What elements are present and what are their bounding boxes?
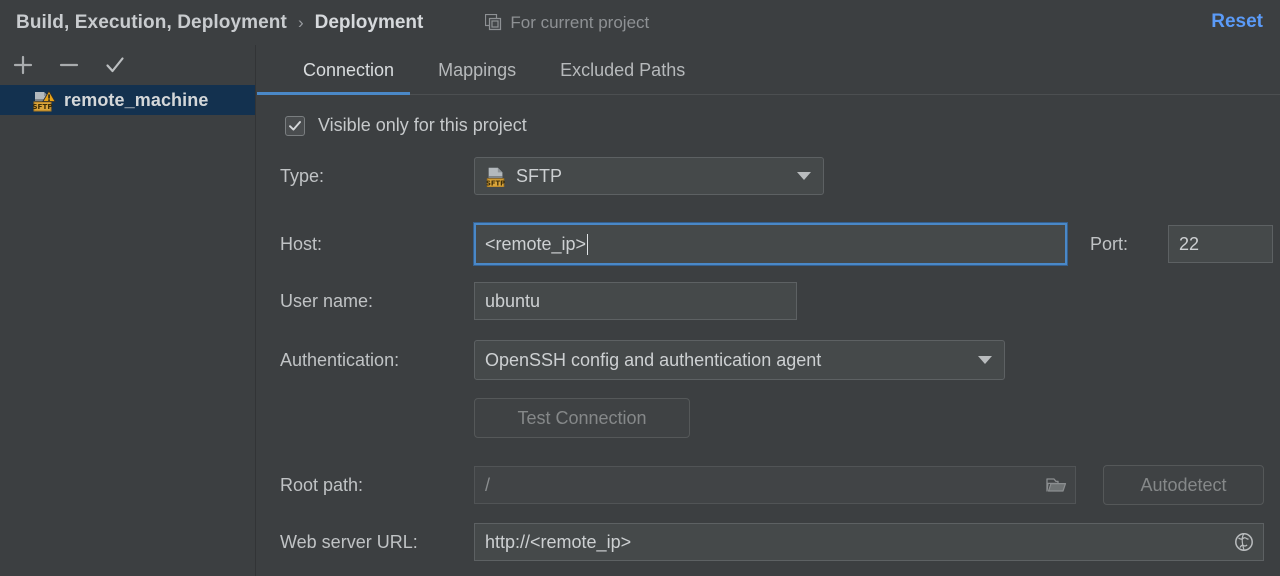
port-value: 22 (1179, 234, 1199, 255)
connection-panel: Connection Mappings Excluded Paths Visib… (257, 45, 1280, 576)
tab-excluded-paths[interactable]: Excluded Paths (538, 45, 707, 95)
test-connection-button[interactable]: Test Connection (474, 398, 690, 438)
sftp-icon: SFTP (485, 165, 507, 187)
visible-only-checkbox[interactable] (285, 116, 305, 136)
globe-icon[interactable] (1233, 531, 1255, 553)
port-label: Port: (1090, 234, 1168, 255)
tab-connection[interactable]: Connection (281, 45, 416, 95)
server-list-sidebar: SFTP remote_machine (0, 45, 256, 576)
visible-only-label: Visible only for this project (318, 115, 527, 136)
tab-divider (257, 94, 1280, 95)
username-row: User name: ubuntu (280, 282, 797, 320)
authentication-label: Authentication: (280, 350, 474, 371)
breadcrumb-separator-icon: › (298, 13, 304, 33)
web-url-input[interactable]: http://<remote_ip> (474, 523, 1264, 561)
tab-active-indicator (257, 92, 410, 95)
remove-server-button[interactable] (56, 52, 82, 78)
tab-mappings[interactable]: Mappings (416, 45, 538, 95)
type-label: Type: (280, 166, 474, 187)
test-connection-row: Test Connection (474, 398, 690, 438)
project-scope-label: For current project (510, 13, 649, 33)
sidebar-item-remote-machine[interactable]: SFTP remote_machine (0, 85, 255, 115)
add-server-button[interactable] (10, 52, 36, 78)
web-url-row: Web server URL: http://<remote_ip> (280, 523, 1264, 561)
autodetect-button[interactable]: Autodetect (1103, 465, 1264, 505)
username-input[interactable]: ubuntu (474, 282, 797, 320)
chevron-down-icon (978, 356, 992, 364)
authentication-row: Authentication: OpenSSH config and authe… (280, 340, 1005, 380)
project-scope: For current project (485, 13, 649, 33)
web-url-value: http://<remote_ip> (485, 532, 631, 553)
type-select[interactable]: SFTP SFTP (474, 157, 824, 195)
host-input[interactable]: <remote_ip> (474, 223, 1067, 265)
settings-dialog: Build, Execution, Deployment › Deploymen… (0, 0, 1280, 576)
type-value: SFTP (516, 166, 562, 187)
sidebar-item-label: remote_machine (64, 90, 208, 111)
svg-text:SFTP: SFTP (486, 179, 505, 187)
host-label: Host: (280, 234, 474, 255)
root-path-row: Root path: / Autodetect (280, 465, 1264, 505)
root-path-value: / (485, 475, 490, 496)
reset-button[interactable]: Reset (1211, 11, 1263, 33)
host-value: <remote_ip> (485, 234, 586, 255)
tab-bar: Connection Mappings Excluded Paths (257, 45, 1280, 95)
host-row: Host: <remote_ip> Port: 22 (280, 223, 1273, 265)
svg-text:SFTP: SFTP (32, 102, 52, 111)
username-label: User name: (280, 291, 474, 312)
set-default-server-button[interactable] (102, 52, 128, 78)
username-value: ubuntu (485, 291, 540, 312)
sidebar-toolbar (0, 45, 255, 85)
authentication-select[interactable]: OpenSSH config and authentication agent (474, 340, 1005, 380)
sftp-warning-icon: SFTP (32, 88, 56, 112)
dialog-header: Build, Execution, Deployment › Deploymen… (0, 0, 1280, 45)
root-path-label: Root path: (280, 475, 474, 496)
authentication-value: OpenSSH config and authentication agent (485, 350, 821, 371)
visible-only-checkbox-row[interactable]: Visible only for this project (285, 115, 527, 136)
breadcrumb-current: Deployment (315, 12, 424, 34)
port-input[interactable]: 22 (1168, 225, 1273, 263)
chevron-down-icon (797, 172, 811, 180)
module-icon (485, 14, 502, 31)
folder-icon[interactable] (1045, 474, 1067, 496)
text-cursor (587, 234, 588, 255)
type-row: Type: SFTP SFTP (280, 157, 824, 195)
breadcrumb-root[interactable]: Build, Execution, Deployment (16, 12, 287, 34)
root-path-input[interactable]: / (474, 466, 1076, 504)
web-url-label: Web server URL: (280, 532, 474, 553)
